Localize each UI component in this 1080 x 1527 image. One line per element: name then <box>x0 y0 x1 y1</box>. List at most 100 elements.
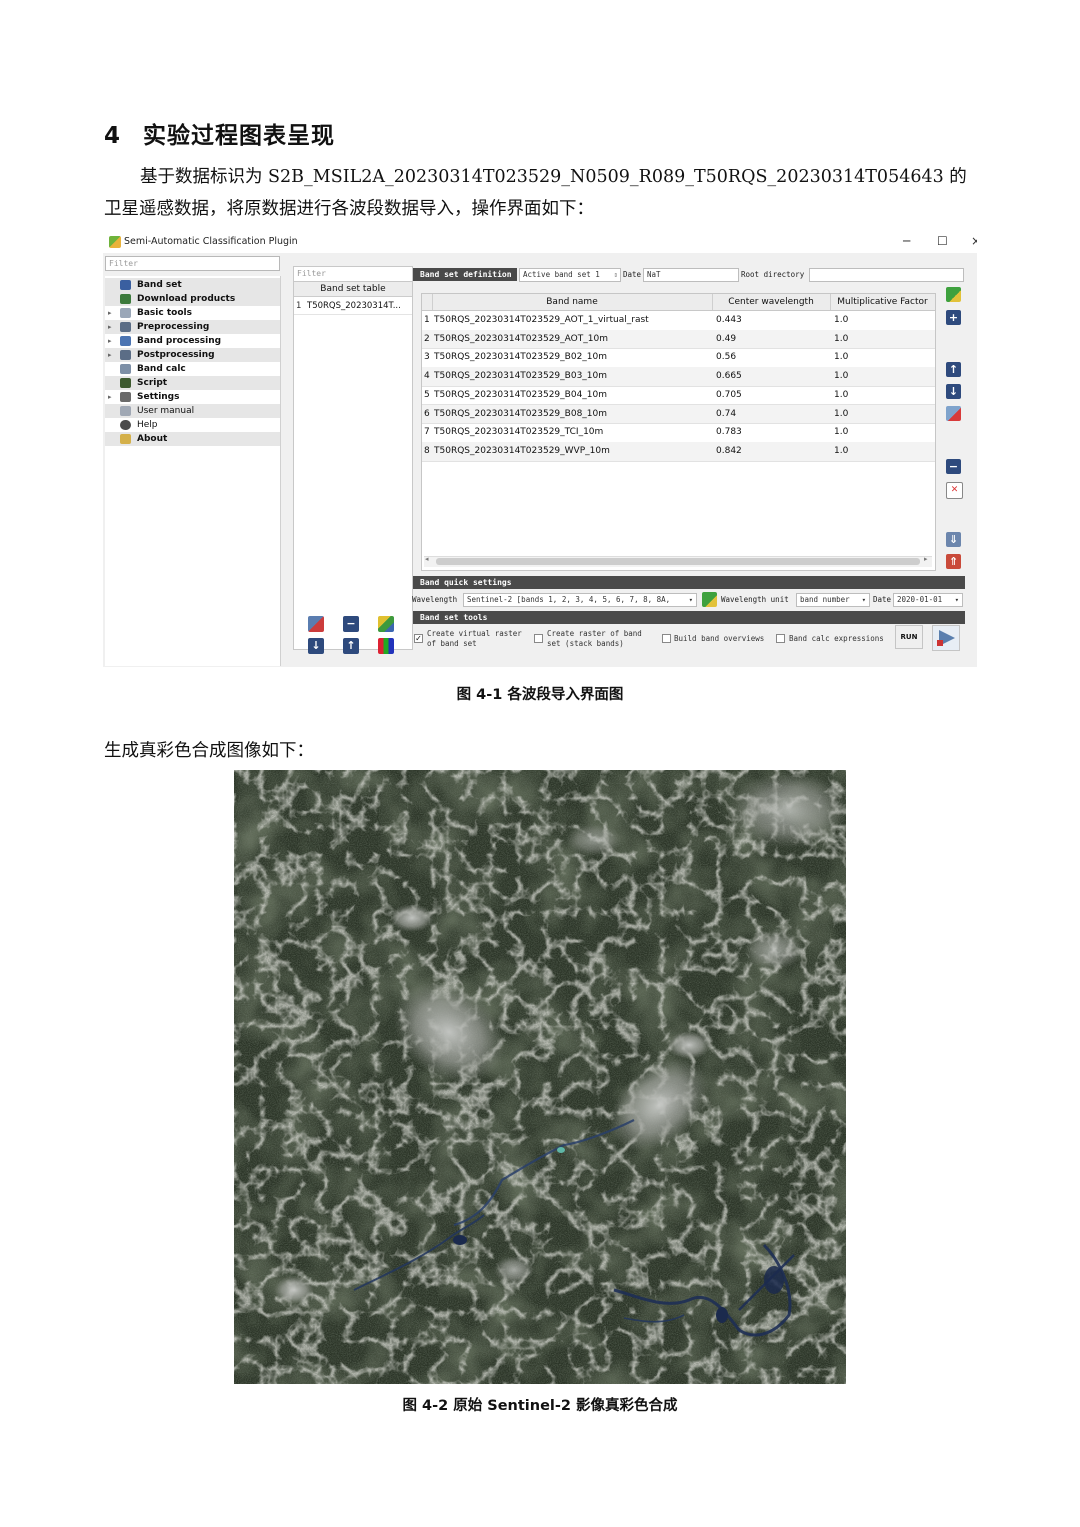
band-set-table-panel: Filter Band set table 1 T50RQS_20230314T… <box>293 266 413 650</box>
nav-item-help[interactable]: Help <box>105 418 280 432</box>
band-set-filter-input[interactable]: Filter <box>294 267 412 282</box>
multiplicative-factor-cell[interactable]: 1.0 <box>834 423 934 441</box>
wavelength-unit-select[interactable]: band number ▾ <box>796 593 870 607</box>
quick-date-field[interactable]: 2020-01-01 ▾ <box>893 593 963 607</box>
add-band-icon[interactable]: + <box>946 310 961 325</box>
column-band-name[interactable]: Band name <box>432 294 713 310</box>
multiplicative-factor-cell[interactable]: 1.0 <box>834 348 934 366</box>
band-calc-expressions-checkbox[interactable] <box>776 634 785 643</box>
section-title: 实验过程图表呈现 <box>143 123 336 149</box>
center-wavelength-cell[interactable]: 0.842 <box>716 442 828 460</box>
band-row[interactable]: 7 T50RQS_20230314T023529_TCI_10m 0.783 1.0 <box>422 423 935 443</box>
open-bands-icon[interactable] <box>946 287 961 302</box>
expand-arrow-icon[interactable]: ▸ <box>108 334 112 348</box>
expand-arrow-icon[interactable]: ▸ <box>108 348 112 362</box>
remove-band-set-icon[interactable]: − <box>343 616 359 632</box>
nav-item-download-products[interactable]: Download products <box>105 292 280 306</box>
export-icon[interactable]: ⇑ <box>946 554 961 569</box>
dropdown-arrow-icon[interactable]: ▾ <box>689 594 693 606</box>
band-name-cell[interactable]: T50RQS_20230314T023529_B03_10m <box>434 367 710 385</box>
sort-band-set-icon[interactable] <box>378 638 394 654</box>
band-name-cell[interactable]: T50RQS_20230314T023529_B02_10m <box>434 348 710 366</box>
nav-item-preprocessing[interactable]: ▸ Preprocessing <box>105 320 280 334</box>
sort-by-name-icon[interactable] <box>946 406 961 421</box>
quick-date-value: 2020-01-01 <box>897 595 943 604</box>
band-set-down-icon[interactable]: ↓ <box>308 638 324 654</box>
expand-arrow-icon[interactable]: ▸ <box>108 306 112 320</box>
band-row[interactable]: 2 T50RQS_20230314T023529_AOT_10m 0.49 1.0 <box>422 329 935 350</box>
center-wavelength-cell[interactable]: 0.783 <box>716 423 828 441</box>
create-virtual-raster-checkbox[interactable]: ✓ <box>414 634 423 643</box>
band-row[interactable]: 6 T50RQS_20230314T023529_B08_10m 0.74 1.0 <box>422 404 935 425</box>
true-color-composite-image <box>234 770 846 1384</box>
load-wavelength-icon[interactable] <box>702 592 717 607</box>
close-button[interactable]: × <box>971 234 977 248</box>
band-row[interactable]: 4 T50RQS_20230314T023529_B03_10m 0.665 1.0 <box>422 367 935 387</box>
active-band-set-field[interactable]: Active band set 1 ⇕ <box>519 268 621 282</box>
center-wavelength-cell[interactable]: 0.705 <box>716 386 828 404</box>
column-center-wavelength[interactable]: Center wavelength <box>712 294 831 310</box>
center-wavelength-cell[interactable]: 0.56 <box>716 348 828 366</box>
nav-filter-input[interactable]: Filter <box>105 256 280 271</box>
multiplicative-factor-cell[interactable]: 1.0 <box>834 367 934 385</box>
multiplicative-factor-cell[interactable]: 1.0 <box>834 386 934 404</box>
band-name-cell[interactable]: T50RQS_20230314T023529_AOT_10m <box>434 330 710 348</box>
minimize-button[interactable]: ─ <box>903 234 910 248</box>
band-calc-expressions-label: Band calc expressions <box>789 634 884 643</box>
center-wavelength-cell[interactable]: 0.443 <box>716 311 828 329</box>
band-row[interactable]: 3 T50RQS_20230314T023529_B02_10m 0.56 1.0 <box>422 348 935 369</box>
band-set-row[interactable]: 1 T50RQS_20230314T... <box>294 298 412 315</box>
center-wavelength-cell[interactable]: 0.74 <box>716 405 828 423</box>
run-arrow-icon[interactable] <box>932 625 960 651</box>
dropdown-arrow-icon[interactable]: ▾ <box>862 594 866 606</box>
band-row[interactable]: 1 T50RQS_20230314T023529_AOT_1_virtual_ra… <box>422 311 935 331</box>
nav-item-script[interactable]: Script <box>105 376 280 390</box>
move-down-icon[interactable]: ↓ <box>946 384 961 399</box>
band-set-up-icon[interactable]: ↑ <box>343 638 359 654</box>
manual-icon <box>120 406 131 416</box>
build-overviews-checkbox[interactable] <box>662 634 671 643</box>
nav-item-band-set[interactable]: Band set <box>105 278 280 292</box>
rgb-composite-icon[interactable] <box>378 616 394 632</box>
scrollbar-thumb[interactable] <box>436 558 920 565</box>
expand-arrow-icon[interactable]: ▸ <box>108 320 112 334</box>
band-row[interactable]: 5 T50RQS_20230314T023529_B04_10m 0.705 1.0 <box>422 386 935 406</box>
spinner-icon[interactable]: ⇕ <box>613 269 620 281</box>
nav-item-band-processing[interactable]: ▸ Band processing <box>105 334 280 348</box>
expand-arrow-icon[interactable]: ▸ <box>108 390 112 404</box>
multiplicative-factor-cell[interactable]: 1.0 <box>834 442 934 460</box>
scroll-left-icon[interactable]: ◂ <box>425 555 429 563</box>
scroll-right-icon[interactable]: ▸ <box>924 555 928 563</box>
wavelength-select[interactable]: Sentinel-2 [bands 1, 2, 3, 4, 5, 6, 7, 8… <box>463 593 697 607</box>
maximize-button[interactable]: ☐ <box>937 234 948 248</box>
nav-item-user-manual[interactable]: User manual <box>105 404 280 418</box>
band-name-cell[interactable]: T50RQS_20230314T023529_B08_10m <box>434 405 710 423</box>
root-directory-field[interactable] <box>809 268 964 282</box>
run-button[interactable]: RUN <box>895 625 923 649</box>
center-wavelength-cell[interactable]: 0.49 <box>716 330 828 348</box>
create-raster-checkbox[interactable] <box>534 634 543 643</box>
multiplicative-factor-cell[interactable]: 1.0 <box>834 311 934 329</box>
multiplicative-factor-cell[interactable]: 1.0 <box>834 330 934 348</box>
column-multiplicative-factor[interactable]: Multiplicative Factor <box>830 294 935 310</box>
date-field[interactable]: NaT <box>643 268 739 282</box>
nav-item-basic-tools[interactable]: ▸ Basic tools <box>105 306 280 320</box>
band-name-cell[interactable]: T50RQS_20230314T023529_B04_10m <box>434 386 710 404</box>
import-icon[interactable]: ⇓ <box>946 532 961 547</box>
nav-item-about[interactable]: About <box>105 432 280 446</box>
dropdown-arrow-icon[interactable]: ▾ <box>955 594 959 606</box>
band-name-cell[interactable]: T50RQS_20230314T023529_TCI_10m <box>434 423 710 441</box>
band-row[interactable]: 8 T50RQS_20230314T023529_WVP_10m 0.842 1.0 <box>422 441 935 462</box>
nav-item-band-calc[interactable]: Band calc <box>105 362 280 376</box>
band-name-cell[interactable]: T50RQS_20230314T023529_WVP_10m <box>434 442 710 460</box>
remove-band-icon[interactable]: − <box>946 459 961 474</box>
band-name-cell[interactable]: T50RQS_20230314T023529_AOT_1_virtual_ras… <box>434 311 710 329</box>
add-band-set-icon[interactable] <box>308 616 324 632</box>
multiplicative-factor-cell[interactable]: 1.0 <box>834 405 934 423</box>
nav-item-postprocessing[interactable]: ▸ Postprocessing <box>105 348 280 362</box>
move-up-icon[interactable]: ↑ <box>946 362 961 377</box>
clear-table-icon[interactable]: ✕ <box>946 482 963 499</box>
nav-item-settings[interactable]: ▸ Settings <box>105 390 280 404</box>
horizontal-scrollbar[interactable]: ◂ ▸ <box>424 555 932 567</box>
center-wavelength-cell[interactable]: 0.665 <box>716 367 828 385</box>
